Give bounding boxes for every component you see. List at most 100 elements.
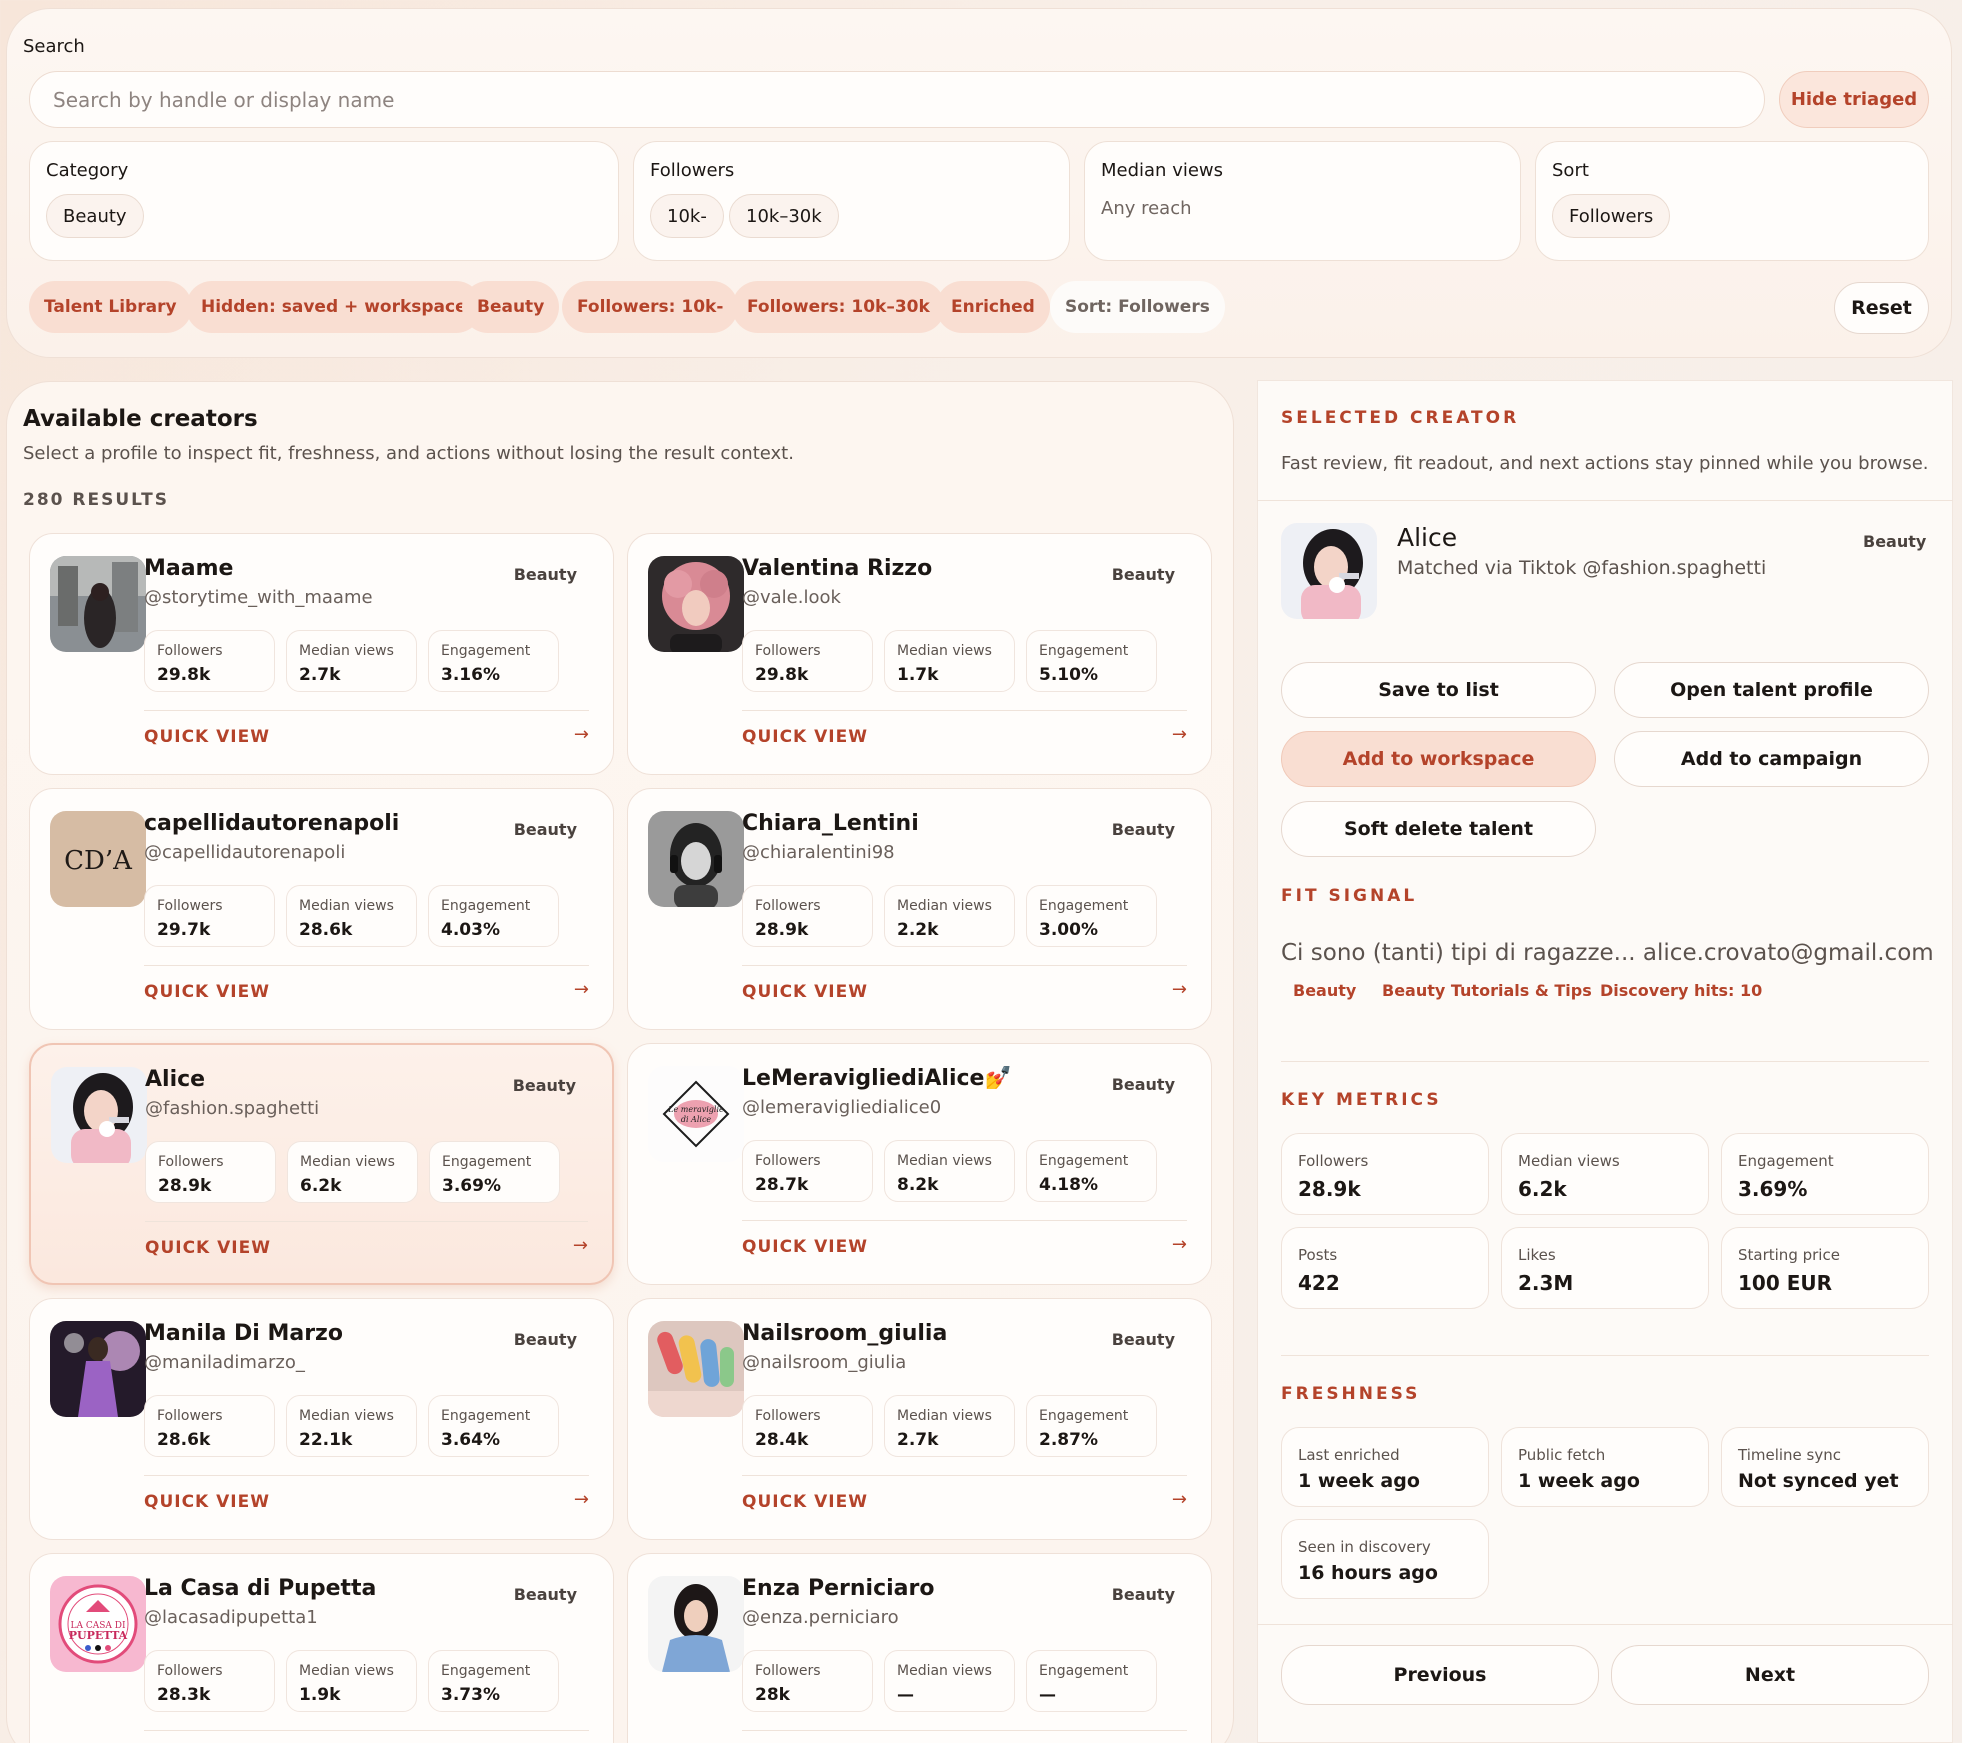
- metric-label: Followers: [755, 1663, 821, 1679]
- metric-value: 28k: [755, 1685, 790, 1705]
- add-to-campaign-button[interactable]: Add to campaign: [1614, 731, 1929, 787]
- freshness-seen-in-discovery: Seen in discovery 16 hours ago: [1281, 1519, 1489, 1599]
- divider: [1257, 1624, 1953, 1625]
- metric-label: Median views: [897, 1663, 992, 1679]
- arrow-right-icon[interactable]: →: [1172, 1234, 1187, 1255]
- arrow-right-icon[interactable]: →: [1172, 979, 1187, 1000]
- creator-handle: @lacasadipupetta1: [144, 1607, 318, 1628]
- metric-value: 1.7k: [897, 665, 939, 685]
- creator-card[interactable]: Nailsroom_giulia @nailsroom_giulia Beauty F…: [627, 1298, 1212, 1540]
- quick-view-link[interactable]: QUICK VIEW: [144, 982, 270, 1002]
- creator-avatar: Le meraviglie di Alice: [648, 1066, 744, 1162]
- quick-view-link[interactable]: QUICK VIEW: [742, 727, 868, 747]
- hide-triaged-button[interactable]: Hide triaged: [1779, 71, 1929, 128]
- creator-card[interactable]: Enza Perniciaro @enza.perniciaro Beauty Fol…: [627, 1553, 1212, 1743]
- arrow-right-icon[interactable]: →: [574, 1489, 589, 1510]
- sort-chip-followers[interactable]: Followers: [1552, 194, 1671, 238]
- metric-value: 2.3M: [1518, 1271, 1574, 1295]
- active-tag-followers-10k-30k[interactable]: Followers: 10k–30k: [732, 281, 945, 333]
- freshness-label: Public fetch: [1518, 1446, 1606, 1464]
- quick-view-link[interactable]: QUICK VIEW: [742, 1237, 868, 1257]
- selected-category: Beauty: [1863, 532, 1927, 551]
- creator-card[interactable]: Le meraviglie di Alice LeMeravigliediAlice…: [627, 1043, 1212, 1285]
- arrow-right-icon[interactable]: →: [574, 724, 589, 745]
- fit-signal-text: Ci sono (tanti) tipi di ragazze... alice…: [1281, 940, 1934, 966]
- creator-card[interactable]: Maame @storytime_with_maame Beauty Follower…: [29, 533, 614, 775]
- category-filter: Category Beauty: [29, 141, 619, 261]
- metric-label: Followers: [755, 643, 821, 659]
- creator-card[interactable]: Chiara_Lentini @chiaralentini98 Beauty Foll…: [627, 788, 1212, 1030]
- quick-view-link[interactable]: QUICK VIEW: [742, 1492, 868, 1512]
- followers-chip-10k-30k[interactable]: 10k–30k: [729, 194, 839, 238]
- divider: [144, 965, 589, 966]
- divider: [1281, 1355, 1929, 1356]
- next-button[interactable]: Next: [1611, 1645, 1929, 1705]
- reset-button[interactable]: Reset: [1834, 282, 1929, 334]
- previous-button[interactable]: Previous: [1281, 1645, 1599, 1705]
- metric-value: 2.2k: [897, 920, 939, 940]
- metric-median-views: Median views —: [884, 1650, 1015, 1712]
- search-input[interactable]: [29, 71, 1765, 128]
- metric-median-views: Median views 8.2k: [884, 1140, 1015, 1202]
- creator-category: Beauty: [513, 565, 577, 584]
- svg-text:PUPETTA: PUPETTA: [69, 1629, 128, 1642]
- active-tag-enriched[interactable]: Enriched: [936, 281, 1050, 333]
- median-views-filter[interactable]: Median views Any reach: [1084, 141, 1521, 261]
- open-talent-profile-button[interactable]: Open talent profile: [1614, 662, 1929, 718]
- category-chip-beauty[interactable]: Beauty: [46, 194, 144, 238]
- divider: [742, 1730, 1187, 1731]
- quick-view-link[interactable]: QUICK VIEW: [144, 727, 270, 747]
- metric-engagement: Engagement 3.16%: [428, 630, 559, 692]
- metric-followers: Followers 29.8k: [144, 630, 275, 692]
- metric-value: —: [1039, 1685, 1056, 1705]
- metric-value: 28.3k: [157, 1685, 211, 1705]
- active-tag-hidden[interactable]: Hidden: saved + workspace: [186, 281, 482, 333]
- freshness-value: 1 week ago: [1298, 1470, 1420, 1492]
- creator-card[interactable]: Manila Di Marzo @maniladimarzo_ Beauty Foll…: [29, 1298, 614, 1540]
- quick-view-link[interactable]: QUICK VIEW: [742, 982, 868, 1002]
- metric-value: 3.00%: [1039, 920, 1098, 940]
- soft-delete-talent-button[interactable]: Soft delete talent: [1281, 801, 1596, 857]
- creator-category: Beauty: [1111, 1330, 1175, 1349]
- metric-label: Followers: [755, 898, 821, 914]
- arrow-right-icon[interactable]: →: [1172, 1489, 1187, 1510]
- metric-followers: Followers 28.3k: [144, 1650, 275, 1712]
- metric-median-views: Median views 6.2k: [1501, 1133, 1709, 1215]
- active-tag-sort[interactable]: Sort: Followers: [1050, 281, 1225, 333]
- metric-label: Median views: [299, 1408, 394, 1424]
- metric-median-views: Median views 1.7k: [884, 630, 1015, 692]
- quick-view-link[interactable]: QUICK VIEW: [145, 1238, 271, 1258]
- metric-value: 5.10%: [1039, 665, 1098, 685]
- quick-view-link[interactable]: QUICK VIEW: [144, 1492, 270, 1512]
- active-tag-talent-library[interactable]: Talent Library: [29, 281, 192, 333]
- metric-label: Median views: [299, 898, 394, 914]
- freshness-label: Last enriched: [1298, 1446, 1400, 1464]
- add-to-workspace-button[interactable]: Add to workspace: [1281, 731, 1596, 787]
- creator-name: Alice: [145, 1067, 206, 1092]
- active-tag-followers-10k-minus[interactable]: Followers: 10k-: [562, 281, 739, 333]
- fit-tag-discovery-hits: Discovery hits: 10: [1600, 981, 1763, 1000]
- creator-category: Beauty: [513, 820, 577, 839]
- arrow-right-icon[interactable]: →: [574, 979, 589, 1000]
- creator-card[interactable]: Valentina Rizzo @vale.look Beauty Followers…: [627, 533, 1212, 775]
- metric-value: 28.7k: [755, 1175, 809, 1195]
- fit-tag-tutorials: Beauty Tutorials & Tips: [1382, 981, 1592, 1000]
- metric-engagement: Engagement 3.69%: [1721, 1133, 1929, 1215]
- save-to-list-button[interactable]: Save to list: [1281, 662, 1596, 718]
- metric-value: 28.9k: [1298, 1177, 1361, 1201]
- median-views-filter-value: Any reach: [1101, 198, 1192, 219]
- creator-card[interactable]: LA CASA DI PUPETTA La Casa di Pupetta @laca…: [29, 1553, 614, 1743]
- active-tag-beauty[interactable]: Beauty: [462, 281, 560, 333]
- metric-label: Followers: [157, 898, 223, 914]
- metric-label: Starting price: [1738, 1246, 1840, 1264]
- creator-name: Maame: [144, 556, 234, 581]
- creator-card[interactable]: CD’A capellidautorenapoli @capellidautoren…: [29, 788, 614, 1030]
- followers-chip-10k-minus[interactable]: 10k-: [650, 194, 724, 238]
- metric-label: Median views: [299, 1663, 394, 1679]
- metric-median-views: Median views 28.6k: [286, 885, 417, 947]
- metric-engagement: Engagement 3.00%: [1026, 885, 1157, 947]
- arrow-right-icon[interactable]: →: [1172, 724, 1187, 745]
- creator-card[interactable]: Alice @fashion.spaghetti Beauty Followers 28…: [29, 1043, 614, 1285]
- metric-label: Followers: [1298, 1152, 1369, 1170]
- arrow-right-icon[interactable]: →: [573, 1235, 588, 1256]
